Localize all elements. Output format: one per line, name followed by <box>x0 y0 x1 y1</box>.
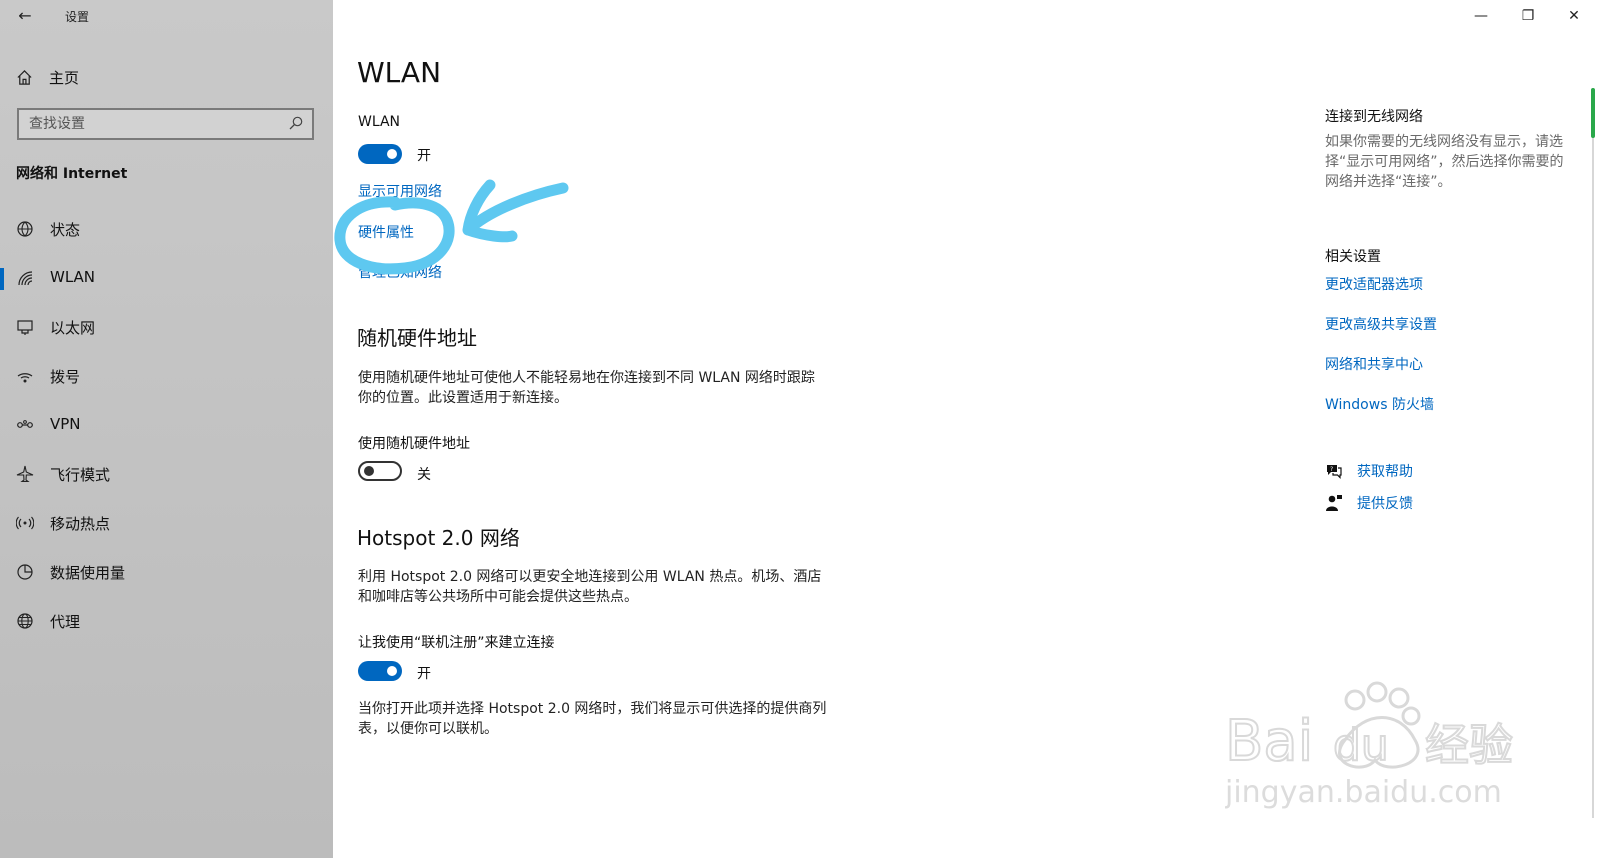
sidebar-item-airplane[interactable]: 飞行模式 <box>0 454 333 494</box>
sidebar-item-label: 拨号 <box>50 368 81 386</box>
minimize-button[interactable]: — <box>1466 4 1496 28</box>
scrollbar[interactable] <box>1590 88 1596 818</box>
feedback-row[interactable]: 提供反馈 <box>1325 493 1413 513</box>
sidebar-item-ethernet[interactable]: 以太网 <box>0 307 333 347</box>
feedback-person-icon <box>1326 495 1342 511</box>
hotspot-heading: Hotspot 2.0 网络 <box>357 526 520 550</box>
random-hw-toggle-label: 使用随机硬件地址 <box>358 436 470 452</box>
hotspot-icon <box>15 514 35 532</box>
hardware-properties-link[interactable]: 硬件属性 <box>358 222 414 242</box>
get-help-link[interactable]: 获取帮助 <box>1357 461 1413 481</box>
sidebar: ← 设置 主页 网络和 Internet 状态 WLAN 以太网 拨号 VPN … <box>0 0 333 858</box>
search-box[interactable] <box>17 108 314 140</box>
random-hw-heading: 随机硬件地址 <box>357 326 477 350</box>
home-nav-item[interactable]: 主页 <box>16 65 79 89</box>
dialup-icon <box>16 367 34 385</box>
help-chat-icon: ? <box>1327 465 1342 479</box>
sidebar-item-hotspot[interactable]: 移动热点 <box>0 503 333 543</box>
sidebar-item-label: 飞行模式 <box>50 466 111 484</box>
active-indicator <box>0 268 4 290</box>
sidebar-item-label: 代理 <box>50 613 81 631</box>
feedback-link[interactable]: 提供反馈 <box>1357 493 1413 513</box>
data-usage-icon <box>16 563 34 581</box>
sidebar-item-label: WLAN <box>50 268 96 286</box>
sidebar-item-proxy[interactable]: 代理 <box>0 601 333 641</box>
globe-status-icon <box>16 220 34 238</box>
airplane-icon <box>16 465 34 483</box>
wlan-toggle[interactable] <box>358 144 402 164</box>
wifi-icon <box>16 269 34 287</box>
home-label: 主页 <box>49 68 80 87</box>
globe-icon <box>16 612 34 630</box>
wlan-toggle-state: 开 <box>417 148 431 164</box>
section-title: 网络和 Internet <box>16 166 128 182</box>
sidebar-item-label: 状态 <box>50 221 81 239</box>
get-help-row[interactable]: ? 获取帮助 <box>1325 461 1413 481</box>
sidebar-item-data-usage[interactable]: 数据使用量 <box>0 552 333 592</box>
search-icon[interactable] <box>288 115 304 131</box>
manage-known-networks-link[interactable]: 管理已知网络 <box>358 262 442 282</box>
scroll-track <box>1592 88 1594 818</box>
vpn-icon <box>16 416 34 434</box>
sidebar-item-status[interactable]: 状态 <box>0 209 333 249</box>
wlan-toggle-label: WLAN <box>358 114 401 130</box>
sidebar-item-label: 数据使用量 <box>50 564 126 582</box>
sharing-center-link[interactable]: 网络和共享中心 <box>1325 354 1423 374</box>
search-input[interactable] <box>19 115 281 133</box>
random-hw-toggle[interactable] <box>358 461 402 481</box>
svg-text:?: ? <box>1330 466 1333 473</box>
home-icon <box>17 69 32 85</box>
sidebar-item-wlan[interactable]: WLAN <box>0 258 333 298</box>
hotspot-toggle-state: 开 <box>417 666 431 682</box>
sidebar-item-dialup[interactable]: 拨号 <box>0 356 333 396</box>
connect-heading: 连接到无线网络 <box>1325 109 1423 125</box>
hotspot-toggle[interactable] <box>358 661 402 681</box>
hotspot-description: 利用 Hotspot 2.0 网络可以更安全地连接到公用 WLAN 热点。机场、… <box>358 569 822 605</box>
connect-description: 如果你需要的无线网络没有显示，请选择“显示可用网络”，然后选择你需要的网络并选择… <box>1325 134 1564 190</box>
advanced-sharing-link[interactable]: 更改高级共享设置 <box>1325 314 1437 334</box>
random-hw-description: 使用随机硬件地址可使他人不能轻易地在你连接到不同 WLAN 网络时跟踪你的位置。… <box>358 370 815 406</box>
page-title: WLAN <box>357 56 442 89</box>
sidebar-item-label: VPN <box>50 415 81 433</box>
random-hw-toggle-state: 关 <box>417 467 431 483</box>
app-title: 设置 <box>65 10 90 24</box>
adapter-options-link[interactable]: 更改适配器选项 <box>1325 274 1423 294</box>
close-button[interactable]: ✕ <box>1559 4 1589 28</box>
related-settings-heading: 相关设置 <box>1325 249 1381 265</box>
show-available-networks-link[interactable]: 显示可用网络 <box>358 181 442 201</box>
sidebar-item-vpn[interactable]: VPN <box>0 405 333 445</box>
back-arrow-icon[interactable]: ← <box>14 5 36 27</box>
scroll-thumb[interactable] <box>1591 88 1595 138</box>
restore-button[interactable]: ❐ <box>1513 4 1543 28</box>
ethernet-icon <box>16 318 34 336</box>
sidebar-item-label: 移动热点 <box>50 515 111 533</box>
main-content: — ❐ ✕ WLAN WLAN 开 显示可用网络 硬件属性 管理已知网络 随机硬… <box>333 0 1600 858</box>
firewall-link[interactable]: Windows 防火墙 <box>1325 394 1434 414</box>
sidebar-item-label: 以太网 <box>50 319 96 337</box>
hotspot-toggle-label: 让我使用“联机注册”来建立连接 <box>358 635 555 651</box>
hotspot-footer: 当你打开此项并选择 Hotspot 2.0 网络时，我们将显示可供选择的提供商列… <box>358 701 827 737</box>
